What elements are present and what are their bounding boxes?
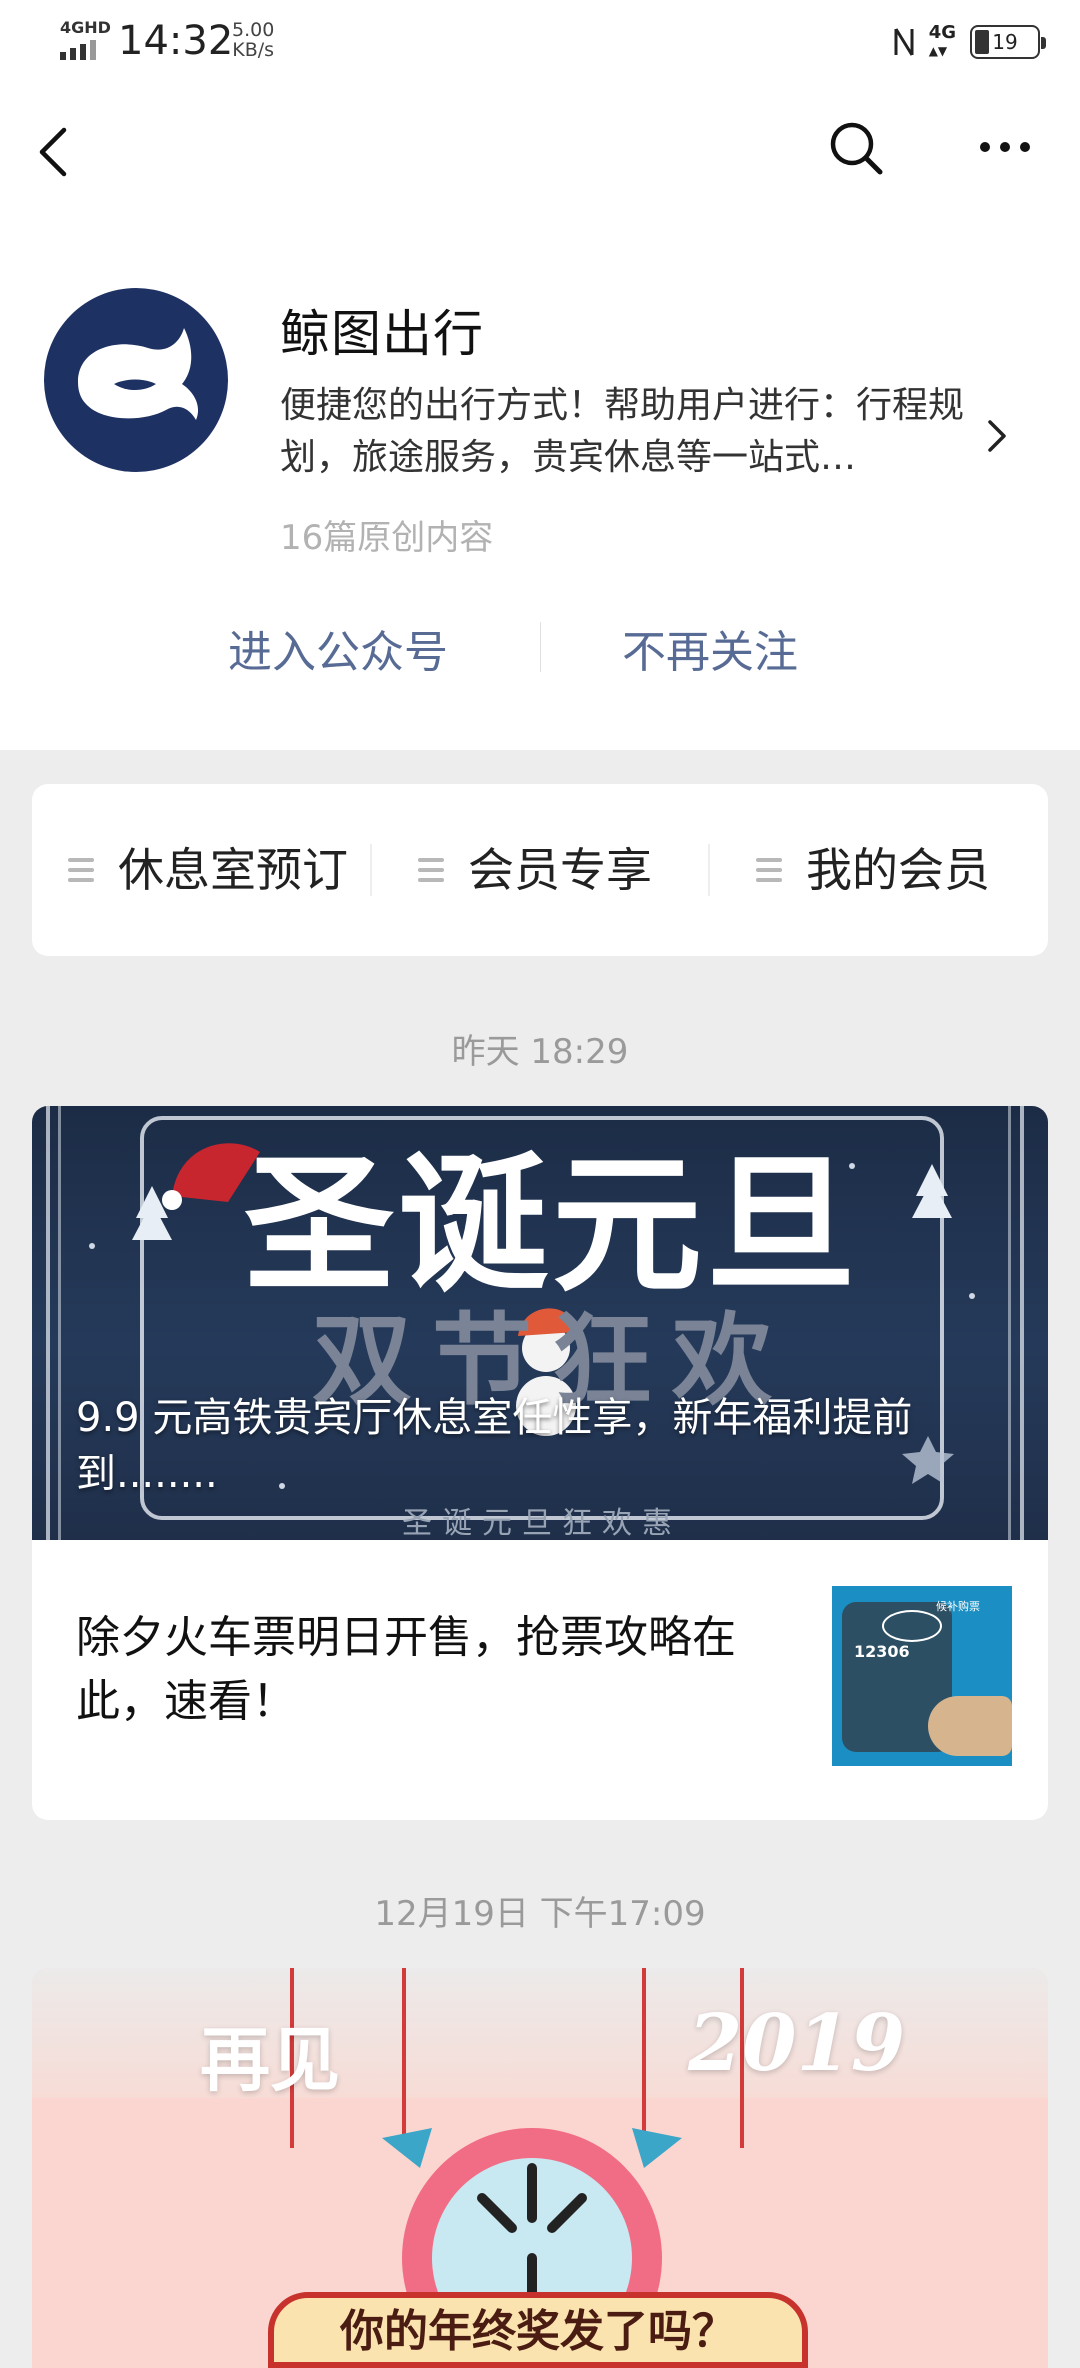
- back-icon[interactable]: [34, 124, 74, 180]
- thumb-badge: 12306: [854, 1642, 910, 1661]
- more-icon[interactable]: [978, 140, 1032, 154]
- clock: 14:32: [118, 18, 234, 64]
- status-right: 4G ▲▼ 19: [893, 22, 1046, 62]
- chevron-right-icon[interactable]: [982, 414, 1012, 458]
- menu-icon: [756, 858, 782, 882]
- cover-text-right: 2019: [688, 1998, 906, 2089]
- cover-banner: 你的年终奖发了吗？: [268, 2292, 808, 2368]
- whale-logo-icon: [78, 328, 199, 420]
- signal-icon: [60, 40, 96, 60]
- action-divider: [540, 622, 541, 672]
- article-title[interactable]: 9.9 元高铁贵宾厅休息室任性享，新年福利提前到........: [76, 1390, 1036, 1502]
- article-cover-image[interactable]: 圣诞元旦 双节狂欢 圣诞元旦狂欢惠 9.9 元高铁贵宾厅休息室任性享，新年福利提…: [32, 1106, 1048, 1540]
- menu-icon: [68, 858, 94, 882]
- network-type: 4GHD: [60, 18, 111, 37]
- account-name: 鲸图出行: [280, 305, 484, 363]
- top-nav: [0, 84, 1080, 214]
- menu-item-my-membership[interactable]: 我的会员: [756, 814, 1046, 926]
- railway-logo-icon: [882, 1610, 942, 1642]
- menu-divider: [708, 844, 710, 896]
- cover-text-left: 再见: [200, 2018, 340, 2101]
- nfc-icon: [894, 28, 914, 56]
- search-icon[interactable]: [826, 118, 886, 178]
- article-card: 圣诞元旦 双节狂欢 圣诞元旦狂欢惠 9.9 元高铁贵宾厅休息室任性享，新年福利提…: [32, 1106, 1048, 1820]
- article-card[interactable]: 再见 2019 你的年终奖发了吗？: [32, 1968, 1048, 2368]
- menu-item-member-exclusive[interactable]: 会员专享: [418, 814, 708, 926]
- account-avatar[interactable]: [44, 288, 228, 472]
- enter-account-button[interactable]: 进入公众号: [228, 616, 448, 680]
- cover-headline: 圣诞元旦: [243, 1139, 860, 1313]
- message-time: 12月19日 下午17:09: [374, 1894, 706, 1934]
- unfollow-button[interactable]: 不再关注: [622, 616, 798, 680]
- sub-article-thumbnail[interactable]: 12306 候补购票: [832, 1586, 1012, 1766]
- sub-article-title[interactable]: 除夕火车票明日开售，抢票攻略在此，速看！: [76, 1606, 796, 1734]
- menu-item-lounge-booking[interactable]: 休息室预订: [68, 814, 368, 926]
- cover-small-text: 圣诞元旦狂欢惠: [402, 1506, 682, 1540]
- original-count: 16篇原创内容: [280, 518, 494, 558]
- menu-bar: 休息室预订 会员专享 我的会员: [32, 784, 1048, 956]
- account-header: 鲸图出行 便捷您的出行方式！帮助用户进行：行程规划，旅途服务，贵宾休息等一站式……: [0, 214, 1080, 750]
- battery-icon: 19: [970, 25, 1046, 59]
- hand-shape: [928, 1696, 1012, 1756]
- message-time: 昨天 18:29: [451, 1032, 629, 1072]
- account-description[interactable]: 便捷您的出行方式！帮助用户进行：行程规划，旅途服务，贵宾休息等一站式…: [280, 380, 980, 484]
- thumb-tag: 候补购票: [936, 1600, 980, 1613]
- network-speed: 5.00 KB/s: [232, 19, 275, 61]
- status-bar: 4GHD 14:32 5.00 KB/s 4G ▲▼ 19: [0, 0, 1080, 84]
- menu-divider: [370, 844, 372, 896]
- right-network: 4G ▲▼: [928, 22, 956, 59]
- menu-icon: [418, 858, 444, 882]
